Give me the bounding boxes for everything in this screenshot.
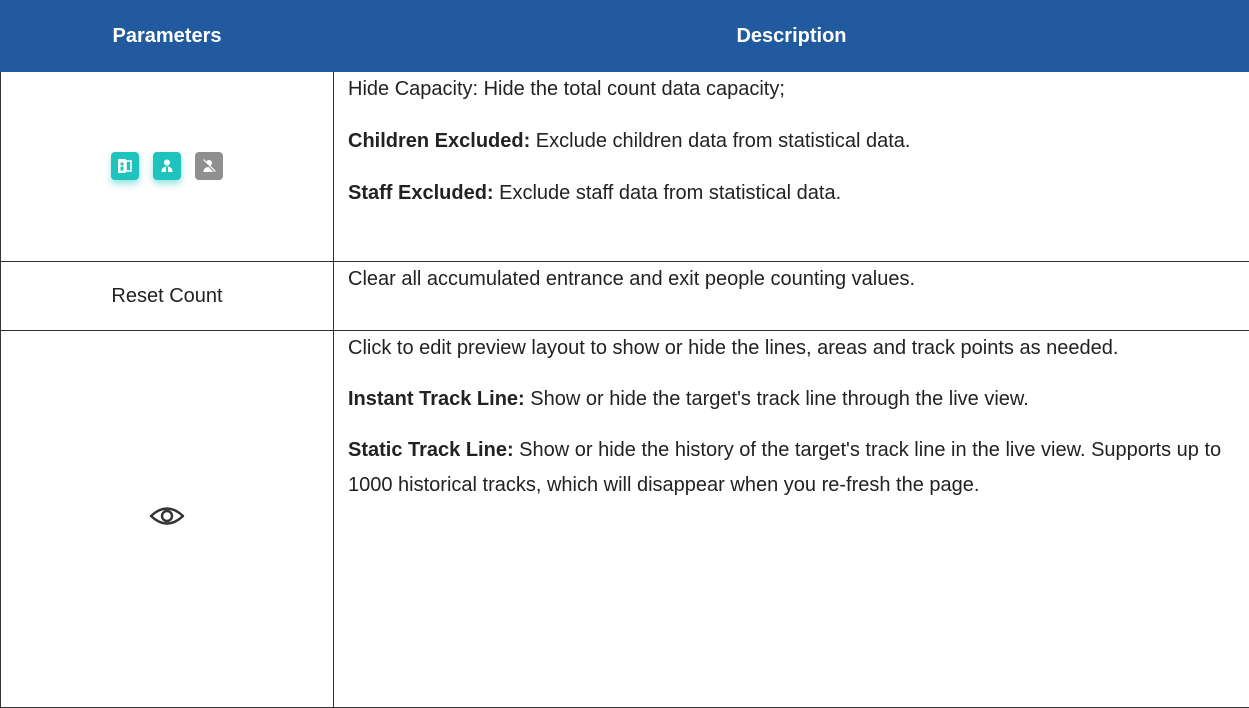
parameters-table: Parameters Description bbox=[0, 0, 1249, 708]
description-cell: Hide Capacity: Hide the total count data… bbox=[334, 72, 1249, 262]
eye-icon[interactable] bbox=[149, 504, 185, 528]
statistics-filter-icons bbox=[111, 152, 223, 180]
description-line: Clear all accumulated entrance and exit … bbox=[348, 262, 1239, 297]
parameter-cell: Reset Count bbox=[1, 262, 334, 331]
description-line: Hide Capacity: Hide the total count data… bbox=[348, 72, 1239, 107]
table-row: Click to edit preview layout to show or … bbox=[1, 331, 1249, 708]
parameters-header: Parameters bbox=[1, 1, 334, 72]
description-line: Children Excluded: Exclude children data… bbox=[348, 124, 1239, 159]
description-cell: Clear all accumulated entrance and exit … bbox=[334, 262, 1249, 331]
parameter-cell bbox=[1, 72, 334, 262]
table-row: Hide Capacity: Hide the total count data… bbox=[1, 72, 1249, 262]
description-line: Click to edit preview layout to show or … bbox=[348, 331, 1239, 366]
staff-excluded-icon[interactable] bbox=[195, 152, 223, 180]
description-line: Staff Excluded: Exclude staff data from … bbox=[348, 176, 1239, 211]
children-excluded-icon[interactable] bbox=[153, 152, 181, 180]
description-cell: Click to edit preview layout to show or … bbox=[334, 331, 1249, 708]
description-line: Instant Track Line: Show or hide the tar… bbox=[348, 382, 1239, 417]
description-line: Static Track Line: Show or hide the hist… bbox=[348, 433, 1239, 503]
reset-count-label: Reset Count bbox=[111, 285, 222, 307]
table-header-row: Parameters Description bbox=[1, 1, 1249, 72]
parameter-cell bbox=[1, 331, 334, 708]
description-header: Description bbox=[334, 1, 1249, 72]
capacity-icon[interactable] bbox=[111, 152, 139, 180]
table-row: Reset Count Clear all accumulated entran… bbox=[1, 262, 1249, 331]
